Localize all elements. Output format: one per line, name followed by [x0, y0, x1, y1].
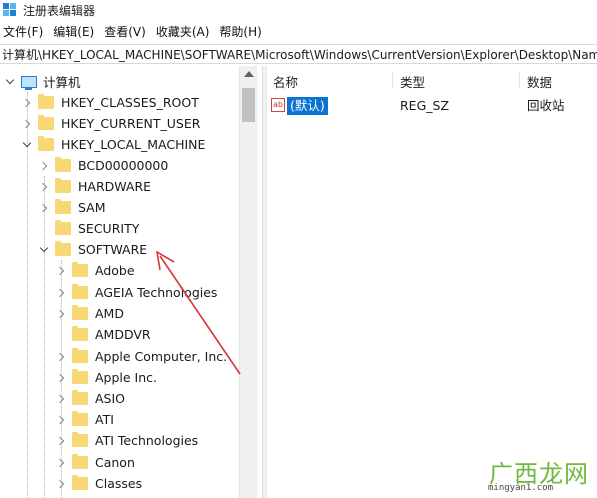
annotation-arrow [155, 250, 241, 375]
arrow-shaft [159, 255, 241, 375]
arrow-head [155, 250, 175, 271]
watermark-url: mingyan1.com [488, 483, 554, 493]
